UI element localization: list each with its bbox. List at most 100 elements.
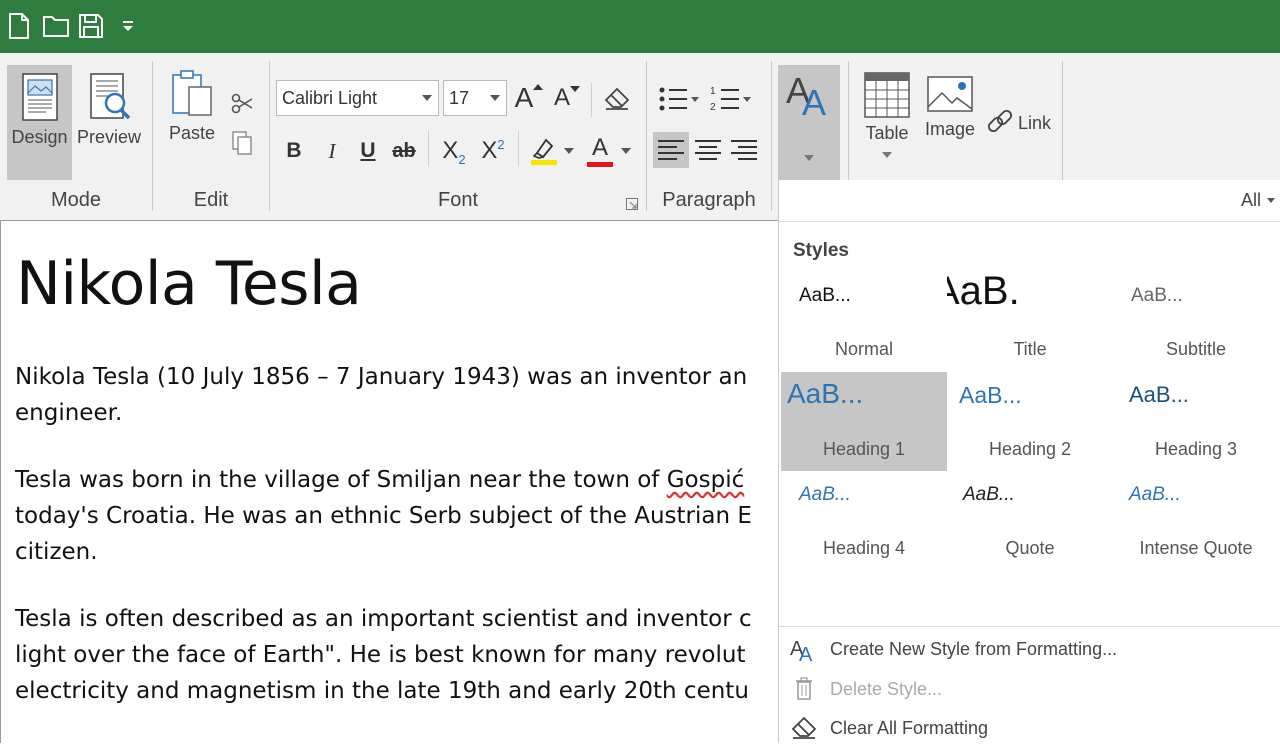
styles-gallery-panel: All Styles AaB... Normal AaB. Title AaB.… (778, 180, 1280, 743)
style-preview: AaB... (1129, 382, 1189, 407)
superscript-button[interactable]: X 2 (475, 133, 511, 169)
styles-icon: A A (786, 71, 826, 119)
table-button[interactable]: Table (858, 71, 916, 181)
font-color-dropdown[interactable] (619, 141, 633, 161)
style-name: Heading 3 (1154, 439, 1238, 459)
styles-section-title: Styles (793, 240, 849, 261)
align-right-button[interactable] (726, 132, 762, 168)
spelling-error[interactable]: Gospić (667, 467, 745, 493)
style-filter-value: All (1240, 190, 1261, 210)
subscript-button[interactable]: X 2 (436, 133, 472, 169)
style-preview: AaB... (787, 378, 864, 409)
numbered-list-button[interactable]: 1 2 (706, 81, 756, 117)
open-folder-icon[interactable] (40, 12, 72, 40)
customize-dropdown-icon[interactable] (116, 12, 140, 40)
arrow-down-icon (570, 86, 580, 92)
paste-label: Paste (168, 123, 216, 143)
trash-icon (787, 674, 821, 704)
highlight-color-button[interactable] (526, 133, 562, 169)
font-size-select[interactable]: 17 (443, 80, 507, 116)
svg-text:A: A (802, 82, 826, 119)
paragraph-1[interactable]: Nikola Tesla (10 July 1856 – 7 January 1… (15, 359, 780, 431)
clear-formatting-icon[interactable] (600, 80, 634, 118)
clear-all-formatting-button[interactable]: Clear All Formatting (787, 711, 1267, 745)
style-title[interactable]: AaB. Title (947, 273, 1113, 372)
chevron-down-icon (564, 148, 574, 154)
new-document-icon[interactable] (5, 12, 33, 40)
bold-button[interactable]: B (280, 133, 308, 169)
chevron-down-icon (490, 95, 500, 101)
create-style-icon: AA (787, 634, 821, 664)
align-left-button[interactable] (653, 132, 689, 168)
paragraph-2[interactable]: Tesla was born in the village of Smiljan… (15, 462, 780, 570)
style-filter-dropdown[interactable]: All (1241, 190, 1275, 211)
delete-style-button[interactable]: Delete Style... (787, 672, 1267, 706)
style-heading-3[interactable]: AaB... Heading 3 (1113, 372, 1279, 471)
image-button[interactable]: Image (921, 75, 979, 175)
paragraph-1-line-2: engineer. (15, 400, 123, 426)
link-label: Link (1018, 112, 1052, 133)
chevron-down-icon (621, 148, 631, 154)
style-preview: AaB... (799, 484, 851, 505)
table-icon (864, 72, 910, 118)
style-heading-4[interactable]: AaB... Heading 4 (781, 472, 947, 571)
style-normal[interactable]: AaB... Normal (781, 273, 947, 372)
style-name: Heading 2 (988, 439, 1072, 459)
paragraph-2-line-3: citizen. (15, 539, 98, 565)
style-quote[interactable]: AaB... Quote (947, 472, 1113, 571)
numbered-list-icon: 1 2 (710, 86, 751, 113)
font-group-label: Font (437, 189, 479, 211)
cut-icon[interactable] (228, 89, 256, 117)
font-dialog-launcher-icon[interactable] (624, 196, 640, 212)
style-heading-1[interactable]: AaB... Heading 1 (781, 372, 947, 471)
style-name: Intense Quote (1139, 538, 1253, 558)
paragraph-2-line-2: today's Croatia. He was an ethnic Serb s… (15, 503, 752, 529)
save-icon[interactable] (77, 12, 105, 40)
document-title[interactable]: Nikola Tesla (16, 249, 362, 319)
delete-style-label: Delete Style... (830, 678, 943, 699)
create-new-style-button[interactable]: AA Create New Style from Formatting... (787, 632, 1267, 666)
style-intense-quote[interactable]: AaB... Intense Quote (1113, 472, 1279, 571)
style-preview: AaB. (947, 273, 1020, 313)
create-style-label: Create New Style from Formatting... (830, 638, 1118, 659)
strikethrough-button[interactable]: ab (388, 133, 420, 169)
font-color-swatch (587, 161, 613, 167)
highlight-dropdown[interactable] (562, 141, 576, 161)
preview-label: Preview (76, 127, 142, 147)
edit-group-label: Edit (193, 189, 229, 211)
preview-icon (90, 73, 131, 120)
font-color-icon: A (591, 133, 608, 161)
style-name: Heading 1 (822, 439, 906, 459)
style-preview: AaB... (1129, 484, 1181, 505)
paste-button[interactable]: Paste (160, 67, 224, 177)
italic-button[interactable]: I (318, 133, 346, 169)
arrow-up-icon (533, 84, 544, 90)
copy-icon[interactable] (228, 129, 256, 157)
document-canvas[interactable]: Nikola Tesla Nikola Tesla (10 July 1856 … (0, 220, 780, 743)
font-family-select[interactable]: Calibri Light (276, 80, 439, 116)
style-preview: AaB... (963, 484, 1015, 505)
style-subtitle[interactable]: AaB... Subtitle (1113, 273, 1279, 372)
superscript-x: X (481, 137, 498, 164)
style-preview: AaB... (799, 285, 851, 306)
design-mode-button[interactable]: Design (7, 65, 72, 180)
subscript-x: X (442, 137, 459, 164)
design-icon (21, 73, 58, 121)
underline-button[interactable]: U (354, 133, 382, 169)
style-heading-2[interactable]: AaB... Heading 2 (947, 372, 1113, 471)
grow-font-button[interactable]: A (512, 79, 546, 117)
bullet-list-button[interactable] (654, 81, 704, 117)
font-color-button[interactable]: A (582, 133, 618, 169)
styles-button[interactable]: A A (778, 65, 840, 180)
align-center-button[interactable] (690, 132, 726, 168)
shrink-font-button[interactable]: A (550, 79, 584, 117)
paragraph-3-line-3: electricity and magnetism in the late 19… (15, 678, 749, 704)
eraser-icon (787, 713, 821, 743)
link-button[interactable]: Link (985, 107, 1057, 139)
image-icon (927, 76, 973, 112)
group-separator (771, 61, 772, 211)
paragraph-3[interactable]: Tesla is often described as an important… (15, 601, 780, 709)
paste-icon (172, 70, 212, 116)
shrink-font-icon: A (553, 84, 570, 111)
preview-mode-button[interactable]: Preview (76, 65, 142, 180)
